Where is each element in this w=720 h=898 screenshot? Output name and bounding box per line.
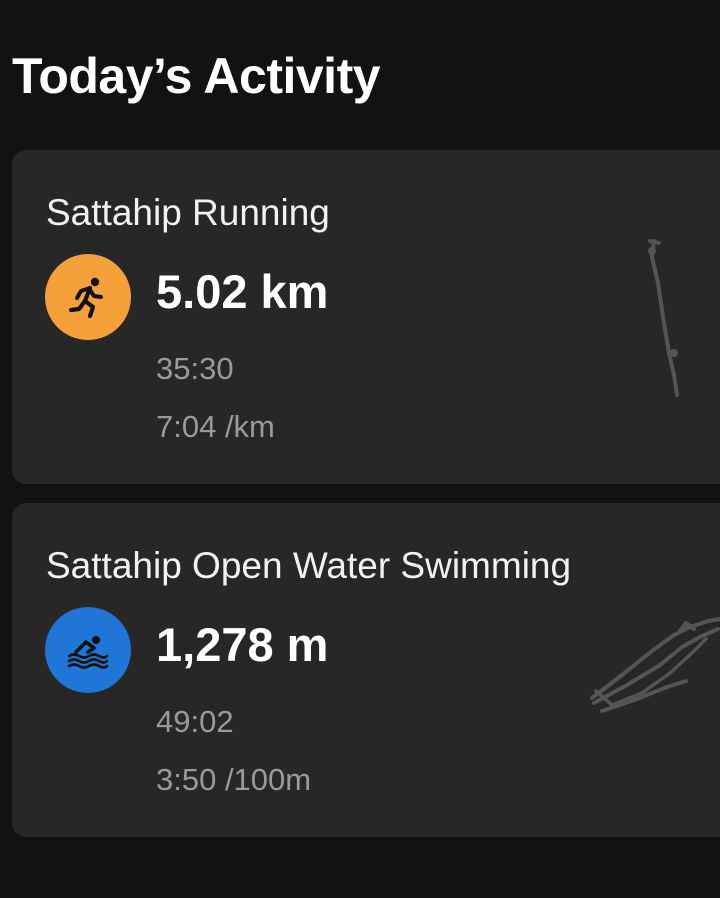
activity-title: Sattahip Open Water Swimming xyxy=(46,545,572,586)
distance-value: 1,278 m xyxy=(156,618,329,671)
activity-title: Sattahip Running xyxy=(46,192,330,233)
distance-value: 5.02 km xyxy=(156,265,329,318)
pace-value: 3:50 /100m xyxy=(156,762,312,797)
activity-card-swimming[interactable]: Sattahip Open Water Swimming 1,278 m 49:… xyxy=(12,503,720,837)
duration-value: 35:30 xyxy=(156,351,234,386)
swimming-badge xyxy=(45,607,131,693)
activity-screen: Today’s Activity Sattahip Running 5.02 k… xyxy=(0,0,720,898)
running-badge xyxy=(45,254,131,340)
route-map-thumbnail xyxy=(590,617,720,713)
pace-value: 7:04 /km xyxy=(156,409,275,444)
route-map-thumbnail xyxy=(648,239,679,397)
duration-value: 49:02 xyxy=(156,704,234,739)
page-title: Today’s Activity xyxy=(12,48,381,104)
swimming-icon xyxy=(67,636,109,669)
activity-card-running[interactable]: Sattahip Running 5.02 km 35:30 7:04 /km xyxy=(12,150,720,484)
running-icon xyxy=(68,277,103,319)
